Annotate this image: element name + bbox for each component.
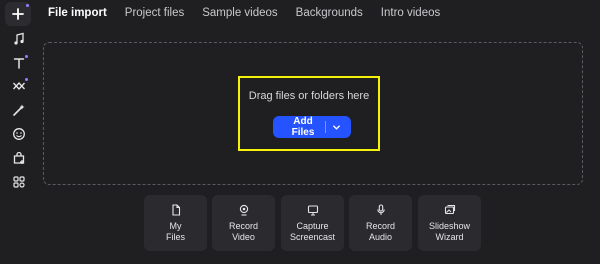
tab-intro-videos[interactable]: Intro videos (381, 4, 440, 24)
tile-label: Record Video (228, 221, 258, 242)
webcam-icon (238, 204, 250, 216)
record-audio-button[interactable]: Record Audio (349, 195, 412, 251)
add-files-button[interactable]: Add Files (273, 116, 351, 138)
button-divider (325, 121, 326, 133)
new-badge-dot (25, 78, 28, 81)
add-files-label: Add Files (291, 116, 315, 138)
slideshow-wizard-button[interactable]: Slideshow Wizard (418, 195, 481, 251)
transitions-icon[interactable] (7, 75, 31, 97)
shop-icon[interactable] (7, 147, 31, 169)
new-badge-dot (26, 4, 29, 7)
tab-file-import[interactable]: File import (48, 4, 107, 24)
my-files-button[interactable]: My Files (144, 195, 207, 251)
tile-label: My Files (165, 221, 185, 242)
stickers-icon[interactable] (7, 123, 31, 145)
tab-project-files[interactable]: Project files (125, 4, 184, 24)
drop-prompt: Drag files or folders here (248, 90, 370, 102)
tile-label: Record Audio (365, 221, 395, 242)
effects-icon[interactable] (7, 99, 31, 121)
new-badge-dot (25, 55, 28, 58)
import-tabs: File import Project files Sample videos … (48, 4, 458, 24)
left-toolbar (0, 0, 38, 264)
music-icon[interactable] (7, 28, 31, 50)
file-icon (170, 204, 182, 216)
highlight-annotation-box (238, 76, 380, 151)
text-icon[interactable] (7, 52, 31, 74)
more-icon[interactable] (7, 171, 31, 193)
tile-label: Capture Screencast (289, 221, 336, 242)
tab-sample-videos[interactable]: Sample videos (202, 4, 277, 24)
record-video-button[interactable]: Record Video (212, 195, 275, 251)
chevron-down-icon[interactable] (326, 123, 346, 132)
tile-label: Slideshow Wizard (428, 221, 471, 242)
slideshow-icon (444, 204, 456, 216)
capture-screencast-button[interactable]: Capture Screencast (281, 195, 344, 251)
plus-icon[interactable] (5, 2, 31, 26)
mic-icon (375, 204, 387, 216)
tab-backgrounds[interactable]: Backgrounds (296, 4, 363, 24)
screen-icon (307, 204, 319, 216)
